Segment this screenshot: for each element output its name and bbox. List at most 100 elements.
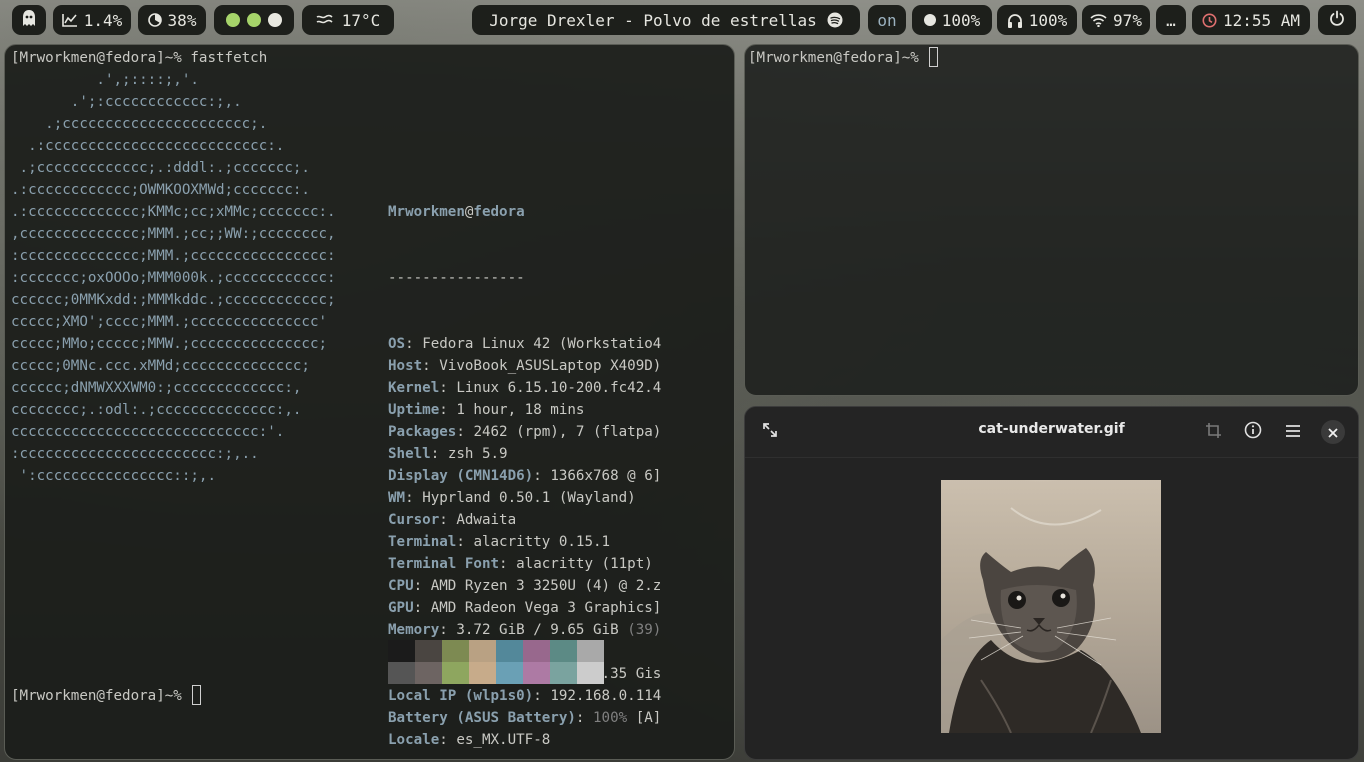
info-key: Display (CMN14D6) — [388, 468, 534, 484]
clock-time: 12:55 AM — [1222, 10, 1301, 30]
properties-button[interactable] — [1241, 420, 1265, 444]
palette-swatch — [388, 640, 415, 662]
wifi-icon — [1090, 13, 1107, 27]
workspace-2-indicator[interactable] — [246, 13, 261, 27]
prompt-line[interactable]: [Mrworkmen@fedora]~% — [748, 47, 939, 69]
info-row: Memory: 3.72 GiB / 9.65 GiB (39) — [388, 622, 662, 638]
logo-line: cccccc;0MMKxdd:;MMMkddc.;cccccccccccc; — [11, 292, 336, 308]
prompt-line[interactable]: [Mrworkmen@fedora]~% — [11, 685, 202, 707]
spotify-icon — [827, 12, 843, 28]
palette-swatch — [388, 662, 415, 684]
clock-widget[interactable]: 12:55 AM — [1192, 5, 1310, 35]
info-extra: (39) — [627, 622, 662, 638]
logo-line: :ccccccccccccccccccccccc:;,.. — [11, 446, 259, 462]
more-button[interactable]: … — [1156, 5, 1186, 35]
workspace-1-indicator[interactable] — [225, 13, 240, 27]
viewer-title: cat-underwater.gif — [978, 421, 1125, 437]
info-value: 2462 (rpm), 7 (flatpa) — [473, 424, 662, 440]
image-viewer-window[interactable]: cat-underwater.gif — [744, 406, 1359, 760]
info-row: Local IP (wlp1s0): 192.168.0.114 — [388, 688, 662, 704]
logo-line: .;ccccccccccccc;.:dddl:.;ccccccc;. — [11, 160, 310, 176]
info-key: Memory — [388, 622, 440, 638]
weather-widget[interactable]: 17°C — [302, 5, 394, 35]
crop-icon — [1205, 422, 1222, 443]
info-key: GPU — [388, 600, 414, 616]
palette-row-normal — [388, 640, 604, 662]
info-icon — [1244, 421, 1262, 443]
status-text: on — [877, 10, 897, 30]
info-extra: 100% — [593, 710, 628, 726]
info-value: Hyprland 0.50.1 (Wayland) — [422, 490, 636, 506]
logo-line: .';:cccccccccccc:;,. — [11, 94, 242, 110]
info-value: 1 hour, 18 mins — [456, 402, 585, 418]
logo-line: cccccc;dNMWXXXWM0:;ccccccccccccc:, — [11, 380, 302, 396]
logo-line: cccccccc;.:odl:.;cccccccccccccc:,. — [11, 402, 302, 418]
logo-line: .;cccccccccccccccccccccc;. — [11, 116, 268, 132]
palette-swatch — [496, 662, 523, 684]
wifi-widget[interactable]: 97% — [1082, 5, 1150, 35]
info-row: Uptime: 1 hour, 18 mins — [388, 402, 585, 418]
headphones-icon — [1007, 13, 1023, 28]
info-row: CPU: AMD Ryzen 3 3250U (4) @ 2.z — [388, 578, 662, 594]
info-key: Local IP (wlp1s0) — [388, 688, 534, 704]
close-button[interactable] — [1321, 420, 1345, 444]
color-palette — [388, 640, 604, 684]
terminal-empty-window[interactable]: [Mrworkmen@fedora]~% — [744, 44, 1359, 396]
info-value: es_MX.UTF-8 — [456, 732, 551, 748]
palette-swatch — [577, 662, 604, 684]
cpu-widget[interactable]: 1.4% — [53, 5, 131, 35]
palette-swatch — [442, 662, 469, 684]
volume-level: 100% — [1028, 10, 1068, 30]
command-line: [Mrworkmen@fedora]~% fastfetch — [11, 50, 268, 66]
info-value: alacritty 0.15.1 — [473, 534, 611, 550]
info-row: Cursor: Adwaita — [388, 512, 517, 528]
music-widget[interactable]: Jorge Drexler - Polvo de estrellas — [472, 5, 860, 35]
more-label: … — [1166, 10, 1176, 30]
text-cursor — [192, 685, 202, 705]
chart-icon — [61, 13, 78, 27]
wind-icon — [316, 13, 336, 27]
info-key: Locale — [388, 732, 440, 748]
track-title: Jorge Drexler - Polvo de estrellas — [489, 10, 817, 30]
brightness-widget[interactable]: 100% — [912, 5, 992, 35]
info-key: Terminal Font — [388, 556, 500, 572]
logo-line: ,cccccccccccccc;MMM.;cc;;WW:;cccccccc, — [11, 226, 336, 242]
info-row: Terminal: alacritty 0.15.1 — [388, 534, 611, 550]
status-toggle[interactable]: on — [868, 5, 906, 35]
launcher-button[interactable] — [12, 5, 46, 35]
logo-line: :ccccccc;oxOOOo;MMM000k.;cccccccccccc: — [11, 270, 336, 286]
brightness-level: 100% — [941, 10, 981, 30]
palette-swatch — [550, 662, 577, 684]
info-key: OS — [388, 336, 406, 352]
logo-line: ccccc;MMo;ccccc;MMW.;ccccccccccccccc; — [11, 336, 328, 352]
menu-button[interactable] — [1281, 420, 1305, 444]
palette-swatch — [469, 662, 496, 684]
info-row: GPU: AMD Radeon Vega 3 Graphics] — [388, 600, 662, 616]
info-row: Display (CMN14D6): 1366x768 @ 6] — [388, 468, 662, 484]
cpu-usage: 1.4% — [83, 10, 123, 30]
terminal-fastfetch-window[interactable]: [Mrworkmen@fedora]~% fastfetch .',;::::;… — [4, 44, 735, 760]
separator-line: ---------------- — [388, 270, 525, 286]
info-value: Adwaita — [456, 512, 517, 528]
info-key: Uptime — [388, 402, 440, 418]
user-host: Mrworkmen@fedora — [388, 204, 525, 220]
palette-swatch — [496, 640, 523, 662]
logo-line: .:cccccccccccc;OWMKOOXMWd;ccccccc:. — [11, 182, 310, 198]
info-row: WM: Hyprland 0.50.1 (Wayland) — [388, 490, 636, 506]
info-value: Fedora Linux 42 (Workstatio4 — [422, 336, 662, 352]
info-key: Kernel — [388, 380, 440, 396]
prompt-text: [Mrworkmen@fedora]~% — [11, 688, 191, 704]
palette-swatch — [415, 640, 442, 662]
volume-widget[interactable]: 100% — [997, 5, 1077, 35]
palette-row-bright — [388, 662, 604, 684]
memory-widget[interactable]: 38% — [138, 5, 206, 35]
info-row: Terminal Font: alacritty (11pt) — [388, 556, 653, 572]
workspace-3-indicator[interactable] — [268, 13, 283, 27]
temperature: 17°C — [341, 10, 381, 30]
wifi-strength: 97% — [1113, 10, 1142, 30]
logo-line: .',;::::;,'. — [11, 72, 199, 88]
power-button[interactable] — [1318, 5, 1356, 35]
info-value: Linux 6.15.10-200.fc42.4 — [456, 380, 662, 396]
crop-button[interactable] — [1201, 420, 1225, 444]
logo-line: ccccccccccccccccccccccccccccc:'. — [11, 424, 285, 440]
